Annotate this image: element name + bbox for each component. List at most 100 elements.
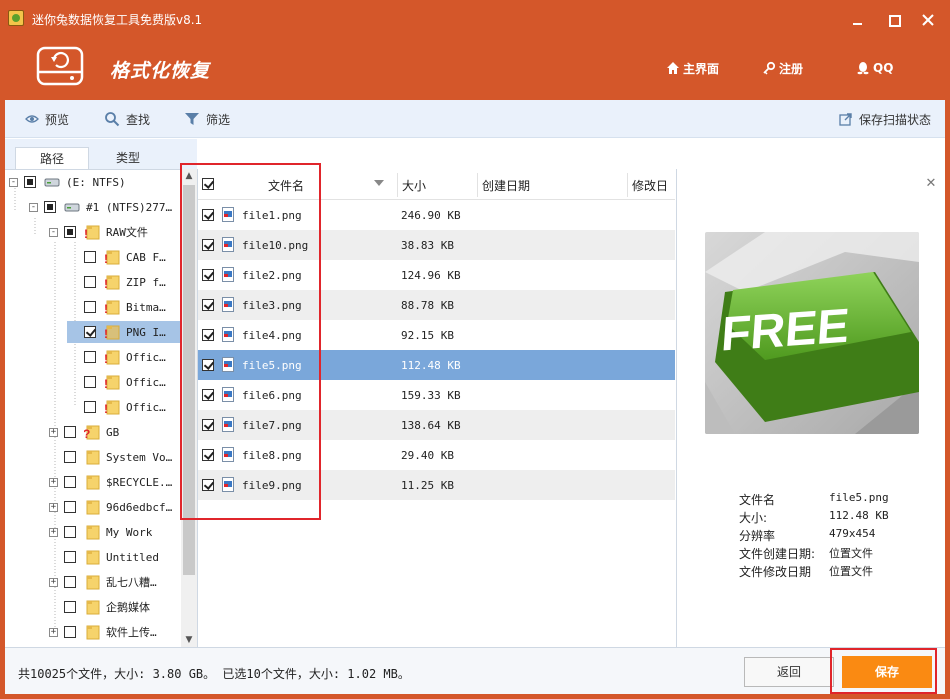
scroll-down-icon[interactable]: ▼ — [181, 633, 197, 647]
preview-button[interactable]: 预览 — [25, 110, 69, 128]
tree-item[interactable]: + My Work — [49, 521, 181, 543]
save-scan-state-button[interactable]: 保存扫描状态 — [839, 110, 931, 128]
tree-item-checkbox[interactable] — [84, 276, 96, 288]
maximize-button[interactable] — [884, 10, 904, 30]
tree-item-checkbox[interactable] — [24, 176, 36, 188]
tree-item[interactable]: ! Offic… — [69, 346, 181, 368]
tree-item-checkbox[interactable] — [64, 226, 76, 238]
tree-item[interactable]: + 乱七八糟… — [49, 571, 181, 593]
select-all-checkbox[interactable] — [202, 178, 214, 190]
save-button[interactable]: 保存 — [842, 656, 932, 688]
file-row[interactable]: file10.png 38.83 KB — [198, 230, 675, 260]
tree-item[interactable]: - #1 (NTFS)277… — [29, 196, 181, 218]
scroll-up-icon[interactable]: ▲ — [181, 169, 197, 183]
file-row[interactable]: file3.png 88.78 KB — [198, 290, 675, 320]
tree-item-checkbox[interactable] — [64, 501, 76, 513]
file-row[interactable]: file7.png 138.64 KB — [198, 410, 675, 440]
file-row-checkbox[interactable] — [202, 389, 214, 401]
file-row-checkbox[interactable] — [202, 299, 214, 311]
column-separator[interactable] — [477, 173, 478, 197]
tree-item-checkbox[interactable] — [64, 601, 76, 613]
tree-item[interactable]: ! Offic… — [69, 371, 181, 393]
tree-scrollbar[interactable]: ▲ ▼ — [181, 169, 197, 647]
tree-item-checkbox[interactable] — [84, 376, 96, 388]
file-row[interactable]: file2.png 124.96 KB — [198, 260, 675, 290]
tree-item[interactable]: ! ZIP f… — [69, 271, 181, 293]
tree-item-checkbox[interactable] — [64, 526, 76, 538]
file-row-checkbox[interactable] — [202, 209, 214, 221]
file-row[interactable]: file9.png 11.25 KB — [198, 470, 675, 500]
tree-item[interactable]: ! Offic… — [69, 396, 181, 418]
app-header: 迷你兔数据恢复工具免费版v8.1 格式化恢复 主界面 注册 QQ — [0, 0, 950, 100]
expand-toggle[interactable]: + — [49, 527, 58, 537]
tree-item[interactable]: -! RAW文件 — [49, 221, 181, 243]
expand-toggle[interactable]: + — [49, 627, 58, 637]
tree-item[interactable]: 企鹅媒体 — [49, 596, 181, 618]
tree-scrollbar-thumb[interactable] — [183, 185, 195, 575]
tree-item-checkbox[interactable] — [64, 626, 76, 638]
tree-item-checkbox[interactable] — [64, 476, 76, 488]
file-row-checkbox[interactable] — [202, 479, 214, 491]
tree-item[interactable]: System Vo… — [49, 446, 181, 468]
tree-item-checkbox[interactable] — [44, 201, 56, 213]
tree-item[interactable]: ! Bitma… — [69, 296, 181, 318]
minimize-button[interactable] — [848, 10, 868, 30]
home-link[interactable]: 主界面 — [666, 59, 719, 77]
expand-toggle[interactable]: + — [49, 502, 58, 512]
find-button[interactable]: 查找 — [104, 110, 150, 128]
tree-item[interactable]: - (E: NTFS) — [9, 171, 181, 193]
tree-item-checkbox[interactable] — [84, 401, 96, 413]
file-row[interactable]: file6.png 159.33 KB — [198, 380, 675, 410]
tab-path[interactable]: 路径 — [15, 147, 89, 169]
collapse-toggle[interactable]: - — [9, 177, 18, 187]
expand-toggle[interactable]: + — [49, 427, 58, 437]
column-separator[interactable] — [397, 173, 398, 197]
collapse-toggle[interactable]: - — [29, 202, 38, 212]
mode-title: 格式化恢复 — [110, 60, 211, 82]
close-button[interactable] — [918, 10, 938, 30]
file-row-checkbox[interactable] — [202, 269, 214, 281]
column-separator[interactable] — [627, 173, 628, 197]
column-header-size[interactable]: 大小 — [402, 177, 426, 194]
sort-descending-icon[interactable] — [374, 180, 384, 186]
tree-item-checkbox[interactable] — [64, 576, 76, 588]
back-button[interactable]: 返回 — [744, 657, 834, 687]
file-row-checkbox[interactable] — [202, 239, 214, 251]
file-size: 11.25 KB — [401, 479, 454, 492]
filter-button[interactable]: 筛选 — [184, 110, 230, 128]
file-row[interactable]: file8.png 29.40 KB — [198, 440, 675, 470]
tree-item[interactable]: +? GB — [49, 421, 181, 443]
column-header-modified[interactable]: 修改日 — [632, 177, 668, 194]
register-link[interactable]: 注册 — [762, 59, 803, 77]
file-row-checkbox[interactable] — [202, 449, 214, 461]
tree-item[interactable]: +96d6edbcf… — [49, 496, 181, 518]
tree-item-checkbox[interactable] — [84, 251, 96, 263]
tree-item-checkbox[interactable] — [84, 326, 96, 338]
file-row-checkbox[interactable] — [202, 329, 214, 341]
tree-item[interactable]: + $RECYCLE.… — [49, 471, 181, 493]
file-row-checkbox[interactable] — [202, 359, 214, 371]
tree-item[interactable]: Untitled — [49, 546, 181, 568]
file-row[interactable]: file5.png 112.48 KB — [198, 350, 675, 380]
tree-item[interactable]: ! PNG I… — [67, 321, 181, 343]
column-header-name[interactable]: 文件名 — [268, 177, 304, 194]
tab-type[interactable]: 类型 — [91, 147, 165, 169]
file-row-checkbox[interactable] — [202, 419, 214, 431]
tree-item-checkbox[interactable] — [64, 551, 76, 563]
png-file-icon — [222, 327, 234, 342]
tree-item[interactable]: ! CAB F… — [69, 246, 181, 268]
preview-close-icon[interactable]: ✕ — [924, 177, 938, 191]
expand-toggle[interactable]: + — [49, 577, 58, 587]
collapse-toggle[interactable]: - — [49, 227, 58, 237]
tree-item-checkbox[interactable] — [64, 426, 76, 438]
qq-link[interactable]: QQ — [856, 59, 893, 77]
expand-toggle[interactable]: + — [49, 477, 58, 487]
tree-item-checkbox[interactable] — [84, 301, 96, 313]
file-row[interactable]: file4.png 92.15 KB — [198, 320, 675, 350]
column-header-created[interactable]: 创建日期 — [482, 177, 530, 194]
tree-item[interactable]: + 软件上传… — [49, 621, 181, 643]
tree-item-checkbox[interactable] — [64, 451, 76, 463]
tree-item-checkbox[interactable] — [84, 351, 96, 363]
file-row[interactable]: file1.png 246.90 KB — [198, 200, 675, 230]
